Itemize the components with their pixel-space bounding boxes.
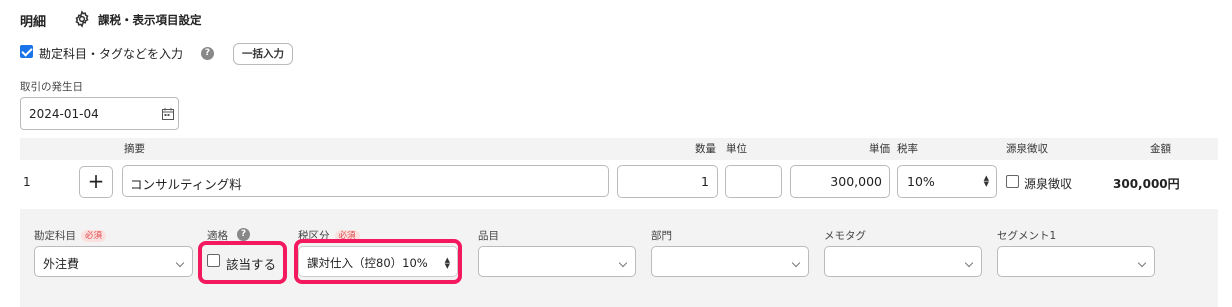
unit-price-value: 300,000 bbox=[830, 174, 882, 189]
memo-tag-select[interactable] bbox=[824, 246, 982, 277]
tax-category-value: 課対仕入（控80）10% bbox=[307, 256, 428, 270]
unit-price-input[interactable]: 300,000 bbox=[790, 165, 890, 198]
tax-rate-select[interactable]: 10% ▲ ▼ bbox=[897, 165, 997, 198]
add-row-button[interactable]: + bbox=[79, 166, 113, 198]
gear-icon[interactable] bbox=[73, 10, 91, 28]
required-badge: 必須 bbox=[81, 230, 107, 242]
unit-input[interactable] bbox=[725, 165, 782, 198]
row-index: 1 bbox=[23, 175, 31, 189]
plus-icon: + bbox=[87, 169, 105, 193]
chevron-down-icon bbox=[618, 258, 628, 268]
chevron-down-icon bbox=[175, 258, 185, 268]
col-quantity: 数量 bbox=[695, 143, 716, 155]
input-account-label: 勘定科目・タグなどを入力 bbox=[39, 47, 184, 61]
chevron-down-icon bbox=[791, 258, 801, 268]
col-unit: 単位 bbox=[726, 143, 747, 155]
amount-value: 300,000円 bbox=[1113, 177, 1180, 191]
quantity-input[interactable]: 1 bbox=[617, 165, 718, 198]
account-value: 外注費 bbox=[43, 257, 80, 271]
segment-select[interactable] bbox=[997, 246, 1155, 277]
item-label: 品目 bbox=[478, 230, 499, 242]
tax-display-settings-link[interactable]: 課税・表示項目設定 bbox=[98, 12, 202, 28]
account-label: 勘定科目 必須 bbox=[34, 228, 107, 243]
quantity-value: 1 bbox=[701, 174, 709, 189]
col-unit-price: 単価 bbox=[869, 143, 890, 155]
segment-label: セグメント1 bbox=[997, 230, 1057, 242]
department-select[interactable] bbox=[651, 246, 809, 277]
tax-rate-value: 10% bbox=[907, 174, 935, 189]
help-icon[interactable]: ? bbox=[201, 47, 214, 60]
withholding-label: 源泉徴収 bbox=[1024, 177, 1073, 191]
col-withholding: 源泉徴収 bbox=[1006, 143, 1048, 155]
col-summary: 摘要 bbox=[124, 143, 145, 155]
chevron-down-icon bbox=[964, 258, 974, 268]
chevron-down-icon bbox=[1137, 258, 1147, 268]
account-select[interactable]: 外注費 bbox=[34, 246, 193, 277]
date-input[interactable]: 2024-01-04 bbox=[20, 97, 179, 130]
updown-icon: ▲ ▼ bbox=[444, 256, 450, 270]
section-title: 明細 bbox=[20, 15, 47, 30]
bulk-input-button[interactable]: 一括入力 bbox=[233, 43, 293, 65]
item-select[interactable] bbox=[478, 246, 636, 277]
qualified-checkbox-label: 該当する bbox=[226, 257, 277, 272]
summary-input[interactable]: コンサルティング料 bbox=[122, 165, 609, 197]
date-label: 取引の発生日 bbox=[20, 81, 83, 93]
qualified-checkbox[interactable] bbox=[207, 254, 220, 267]
summary-value: コンサルティング料 bbox=[130, 177, 242, 192]
col-amount: 金額 bbox=[1150, 143, 1171, 155]
updown-icon: ▲ ▼ bbox=[983, 174, 989, 188]
help-icon[interactable]: ? bbox=[237, 228, 250, 241]
calendar-icon[interactable] bbox=[162, 108, 174, 123]
date-value: 2024-01-04 bbox=[29, 107, 99, 121]
department-label: 部門 bbox=[651, 230, 672, 242]
withholding-checkbox[interactable] bbox=[1006, 175, 1019, 188]
tax-category-select[interactable]: 課対仕入（控80）10% ▲ ▼ bbox=[298, 246, 458, 277]
memo-tag-label: メモタグ bbox=[824, 230, 866, 242]
col-tax-rate: 税率 bbox=[897, 143, 918, 155]
input-account-checkbox[interactable] bbox=[20, 45, 33, 58]
